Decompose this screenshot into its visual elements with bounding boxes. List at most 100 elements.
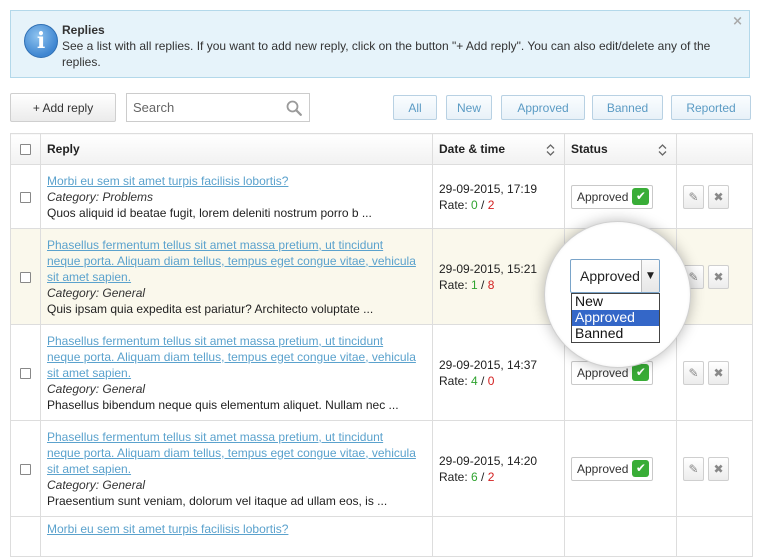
rate-label: Rate: bbox=[439, 277, 472, 292]
delete-button[interactable]: ✖ bbox=[708, 264, 729, 289]
edit-button[interactable]: ✎ bbox=[683, 184, 704, 209]
row-select-cell bbox=[10, 516, 41, 557]
reply-date: 29-09-2015, 14:20 bbox=[439, 453, 538, 468]
rate-down: 2 bbox=[487, 197, 495, 212]
reply-link-line: sit amet sapien. bbox=[47, 461, 132, 476]
column-reply: Reply bbox=[40, 133, 433, 165]
row-checkbox[interactable] bbox=[20, 271, 31, 283]
status-select[interactable]: Approved ✔ bbox=[571, 456, 654, 481]
filter-reported-button[interactable]: Reported bbox=[671, 95, 751, 120]
status-cell: Approved ✔ bbox=[564, 164, 677, 229]
date-cell: 29-09-2015, 17:19 Rate: 0 / 2 bbox=[432, 164, 565, 229]
rate-up: 1 bbox=[471, 277, 478, 292]
check-icon: ✔ bbox=[632, 460, 650, 477]
reply-cell: Phasellus fermentum tellus sit amet mass… bbox=[40, 324, 433, 421]
row-select-cell bbox=[10, 420, 41, 517]
reply-link-line: sit amet sapien. bbox=[47, 269, 132, 284]
add-reply-button[interactable]: + Add reply bbox=[10, 93, 116, 122]
filter-banned-button[interactable]: Banned bbox=[592, 95, 663, 120]
row-checkbox[interactable] bbox=[20, 463, 31, 475]
status-label: Approved bbox=[577, 461, 629, 476]
search-icon[interactable] bbox=[286, 100, 302, 116]
column-status[interactable]: Status bbox=[564, 133, 677, 165]
reply-link-line: neque porta. Aliquam diam tellus, tempus… bbox=[47, 253, 416, 268]
reply-rate: Rate: 4 / 0 bbox=[439, 373, 495, 388]
status-dropdown-list: New Approved Banned bbox=[571, 293, 660, 343]
reply-excerpt: Praesentium sunt veniam, dolorum vel ita… bbox=[47, 493, 388, 508]
actions-cell: ✎ ✖ bbox=[676, 420, 753, 517]
reply-rate: Rate: 0 / 2 bbox=[439, 197, 495, 212]
filter-all-button[interactable]: All bbox=[393, 95, 437, 120]
rate-label: Rate: bbox=[439, 373, 472, 388]
close-icon[interactable]: × bbox=[732, 14, 743, 29]
reply-link-line: sit amet sapien. bbox=[47, 365, 132, 380]
reply-cell: Morbi eu sem sit amet turpis facilisis l… bbox=[40, 164, 433, 229]
date-cell bbox=[432, 516, 565, 557]
table-row: Morbi eu sem sit amet turpis facilisis l… bbox=[10, 164, 753, 229]
status-cell bbox=[564, 516, 677, 557]
info-text: See a list with all replies. If you want… bbox=[62, 39, 711, 69]
table-row: Morbi eu sem sit amet turpis facilisis l… bbox=[10, 516, 753, 557]
column-date[interactable]: Date & time bbox=[432, 133, 565, 165]
reply-link[interactable]: Phasellus fermentum tellus sit amet mass… bbox=[47, 333, 432, 381]
filter-new-button[interactable]: New bbox=[446, 95, 492, 120]
sort-icon[interactable] bbox=[658, 144, 667, 156]
edit-button[interactable]: ✎ bbox=[683, 456, 704, 481]
rate-down: 8 bbox=[487, 277, 495, 292]
date-cell: 29-09-2015, 14:37 Rate: 4 / 0 bbox=[432, 324, 565, 421]
reply-date: 29-09-2015, 14:37 bbox=[439, 357, 538, 372]
reply-link[interactable]: Phasellus fermentum tellus sit amet mass… bbox=[47, 429, 432, 477]
rate-down: 0 bbox=[487, 373, 495, 388]
filter-approved-button[interactable]: Approved bbox=[501, 95, 585, 120]
reply-category: Category: General bbox=[47, 381, 146, 396]
reply-excerpt: Quos aliquid id beatae fugit, lorem dele… bbox=[47, 205, 372, 220]
reply-link[interactable]: Phasellus fermentum tellus sit amet mass… bbox=[47, 237, 432, 285]
table-row: Phasellus fermentum tellus sit amet mass… bbox=[10, 420, 753, 517]
row-checkbox[interactable] bbox=[20, 191, 31, 203]
delete-button[interactable]: ✖ bbox=[708, 456, 729, 481]
reply-date: 29-09-2015, 17:19 bbox=[439, 181, 538, 196]
check-icon: ✔ bbox=[632, 364, 650, 381]
reply-category: Category: Problems bbox=[47, 189, 154, 204]
status-option-banned[interactable]: Banned bbox=[572, 326, 659, 342]
status-dropdown-value: Approved bbox=[580, 268, 640, 284]
column-date-label: Date & time bbox=[439, 142, 506, 156]
status-select[interactable]: Approved ✔ bbox=[571, 184, 654, 209]
status-label: Approved bbox=[577, 189, 629, 204]
rate-label: Rate: bbox=[439, 197, 472, 212]
delete-button[interactable]: ✖ bbox=[708, 184, 729, 209]
info-panel: i Replies See a list with all replies. I… bbox=[10, 10, 750, 78]
reply-link-line: Phasellus fermentum tellus sit amet mass… bbox=[47, 429, 384, 444]
rate-down: 2 bbox=[487, 469, 495, 484]
select-all-checkbox[interactable] bbox=[20, 144, 31, 156]
pencil-icon: ✎ bbox=[688, 461, 699, 476]
date-cell: 29-09-2015, 14:20 Rate: 6 / 2 bbox=[432, 420, 565, 517]
pencil-icon: ✎ bbox=[688, 189, 699, 204]
close-icon: ✖ bbox=[713, 269, 724, 284]
search-input[interactable] bbox=[127, 94, 277, 121]
status-dropdown[interactable]: Approved ▼ bbox=[570, 259, 660, 293]
reply-cell: Morbi eu sem sit amet turpis facilisis l… bbox=[40, 516, 433, 557]
status-option-new[interactable]: New bbox=[572, 294, 659, 310]
reply-date: 29-09-2015, 15:21 bbox=[439, 261, 538, 276]
sort-icon[interactable] bbox=[546, 144, 555, 156]
row-checkbox[interactable] bbox=[20, 367, 31, 379]
reply-category: Category: General bbox=[47, 477, 146, 492]
chevron-down-icon[interactable]: ▼ bbox=[641, 260, 659, 292]
column-status-label: Status bbox=[571, 142, 608, 156]
edit-button[interactable]: ✎ bbox=[683, 360, 704, 385]
actions-cell: ✎ ✖ bbox=[676, 324, 753, 421]
reply-link-line: Phasellus fermentum tellus sit amet mass… bbox=[47, 237, 384, 252]
close-icon: ✖ bbox=[713, 365, 724, 380]
reply-link-line: neque porta. Aliquam diam tellus, tempus… bbox=[47, 349, 416, 364]
reply-link[interactable]: Morbi eu sem sit amet turpis facilisis l… bbox=[47, 521, 432, 537]
pencil-icon: ✎ bbox=[688, 365, 699, 380]
rate-up: 6 bbox=[471, 469, 478, 484]
reply-link[interactable]: Morbi eu sem sit amet turpis facilisis l… bbox=[47, 173, 432, 189]
actions-cell bbox=[676, 516, 753, 557]
column-reply-label: Reply bbox=[47, 142, 80, 156]
row-select-cell bbox=[10, 228, 41, 325]
delete-button[interactable]: ✖ bbox=[708, 360, 729, 385]
rate-up: 0 bbox=[471, 197, 478, 212]
status-option-approved[interactable]: Approved bbox=[572, 310, 659, 326]
